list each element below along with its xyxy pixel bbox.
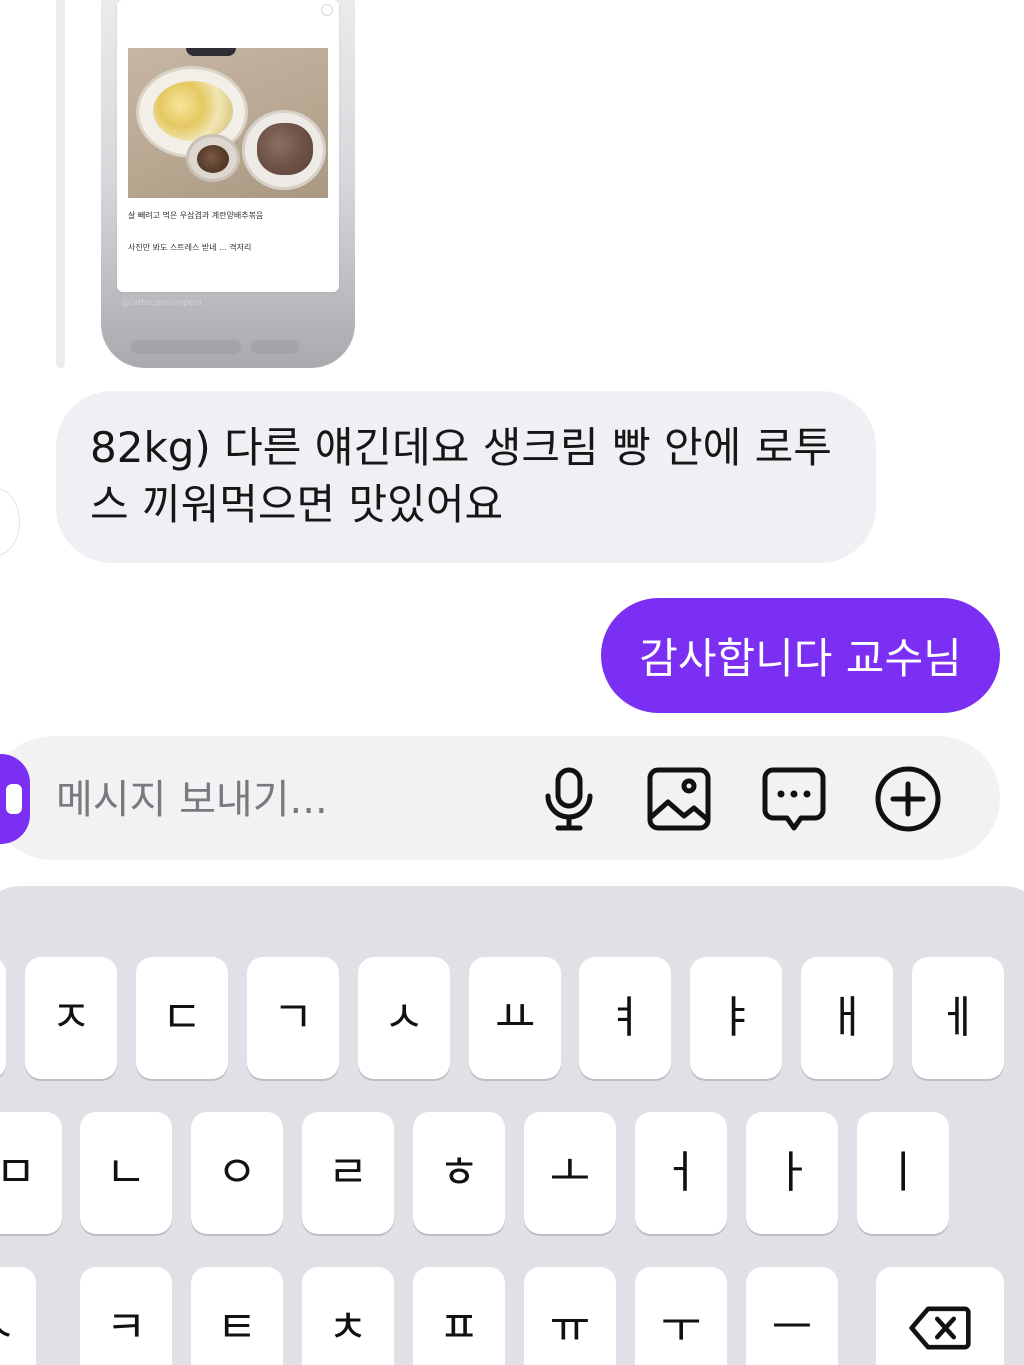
plus-circle-icon[interactable] (873, 764, 943, 834)
post-handle: @cattocopinionperd (121, 298, 202, 307)
chat-bubble-icon[interactable] (759, 764, 829, 834)
key-ㅠ[interactable]: ㅠ (524, 1267, 616, 1365)
key-ㅓ[interactable]: ㅓ (635, 1112, 727, 1234)
backspace-key[interactable] (876, 1267, 1004, 1365)
message-text: 감사합니다 교수님 (639, 634, 962, 683)
key-ㅡ[interactable]: ㅡ (746, 1267, 838, 1365)
image-icon[interactable] (644, 764, 714, 834)
key-ㄷ[interactable]: ㄷ (136, 957, 228, 1079)
key-ㅈ[interactable]: ㅈ (25, 957, 117, 1079)
microphone-icon[interactable] (534, 764, 604, 834)
key-ㅊ[interactable]: ㅊ (302, 1267, 394, 1365)
reply-thread-line (56, 0, 65, 368)
chat-screen: 살 빼려고 먹은 우삼겹과 계란양배추볶음 사진만 봐도 스트레스 받네 ...… (0, 0, 1024, 1365)
shift-key[interactable]: ㅅ (0, 1267, 36, 1365)
key-ㅎ[interactable]: ㅎ (413, 1112, 505, 1234)
shared-post-preview: 살 빼려고 먹은 우삼겹과 계란양배추볶음 사진만 봐도 스트레스 받네 ...… (117, 0, 339, 292)
key-ㅔ[interactable]: ㅔ (912, 957, 1004, 1079)
key-ㄴ[interactable]: ㄴ (80, 1112, 172, 1234)
key-ㅁ[interactable]: ㅁ (0, 1112, 62, 1234)
key-ㅑ[interactable]: ㅑ (690, 957, 782, 1079)
key-ㅇ[interactable]: ㅇ (191, 1112, 283, 1234)
key-ㅏ[interactable]: ㅏ (746, 1112, 838, 1234)
post-caption-line2: 사진만 봐도 스트레스 받네 ... 격저리 (128, 243, 252, 252)
key-ㅗ[interactable]: ㅗ (524, 1112, 616, 1234)
sauce-bowl (186, 134, 240, 182)
key-ㅜ[interactable]: ㅜ (635, 1267, 727, 1365)
backspace-icon (909, 1306, 971, 1350)
key-ㅕ[interactable]: ㅕ (579, 957, 671, 1079)
key-ㄹ[interactable]: ㄹ (302, 1112, 394, 1234)
key-ㅐ[interactable]: ㅐ (801, 957, 893, 1079)
outgoing-message-bubble[interactable]: 감사합니다 교수님 (601, 598, 1000, 713)
photo-object (186, 48, 236, 56)
key-ㅍ[interactable]: ㅍ (413, 1267, 505, 1365)
post-caption-line1: 살 빼려고 먹은 우삼겹과 계란양배추볶음 (128, 211, 264, 220)
key-ㅌ[interactable]: ㅌ (191, 1267, 283, 1365)
post-menu-icon (321, 4, 333, 16)
beef-plate (242, 110, 326, 190)
camera-button[interactable] (0, 754, 30, 844)
blurred-footer (131, 340, 241, 354)
key-ㄱ[interactable]: ㄱ (247, 957, 339, 1079)
key-ㅋ[interactable]: ㅋ (80, 1267, 172, 1365)
incoming-message-bubble[interactable]: 82kg) 다른 얘긴데요 생크림 빵 안에 로투스 끼워먹으면 맛있어요 (56, 391, 876, 563)
key-ㅅ[interactable]: ㅅ (358, 957, 450, 1079)
key-ㅛ[interactable]: ㅛ (469, 957, 561, 1079)
food-photo (128, 48, 328, 198)
shared-post-card[interactable]: 살 빼려고 먹은 우삼겹과 계란양배추볶음 사진만 봐도 스트레스 받네 ...… (101, 0, 355, 368)
message-input[interactable] (56, 772, 496, 828)
key-partial[interactable] (0, 957, 6, 1079)
blurred-footer (251, 340, 299, 354)
avatar[interactable] (0, 488, 20, 556)
message-text: 82kg) 다른 얘긴데요 생크림 빵 안에 로투스 끼워먹으면 맛있어요 (90, 423, 832, 529)
key-ㅣ[interactable]: ㅣ (857, 1112, 949, 1234)
